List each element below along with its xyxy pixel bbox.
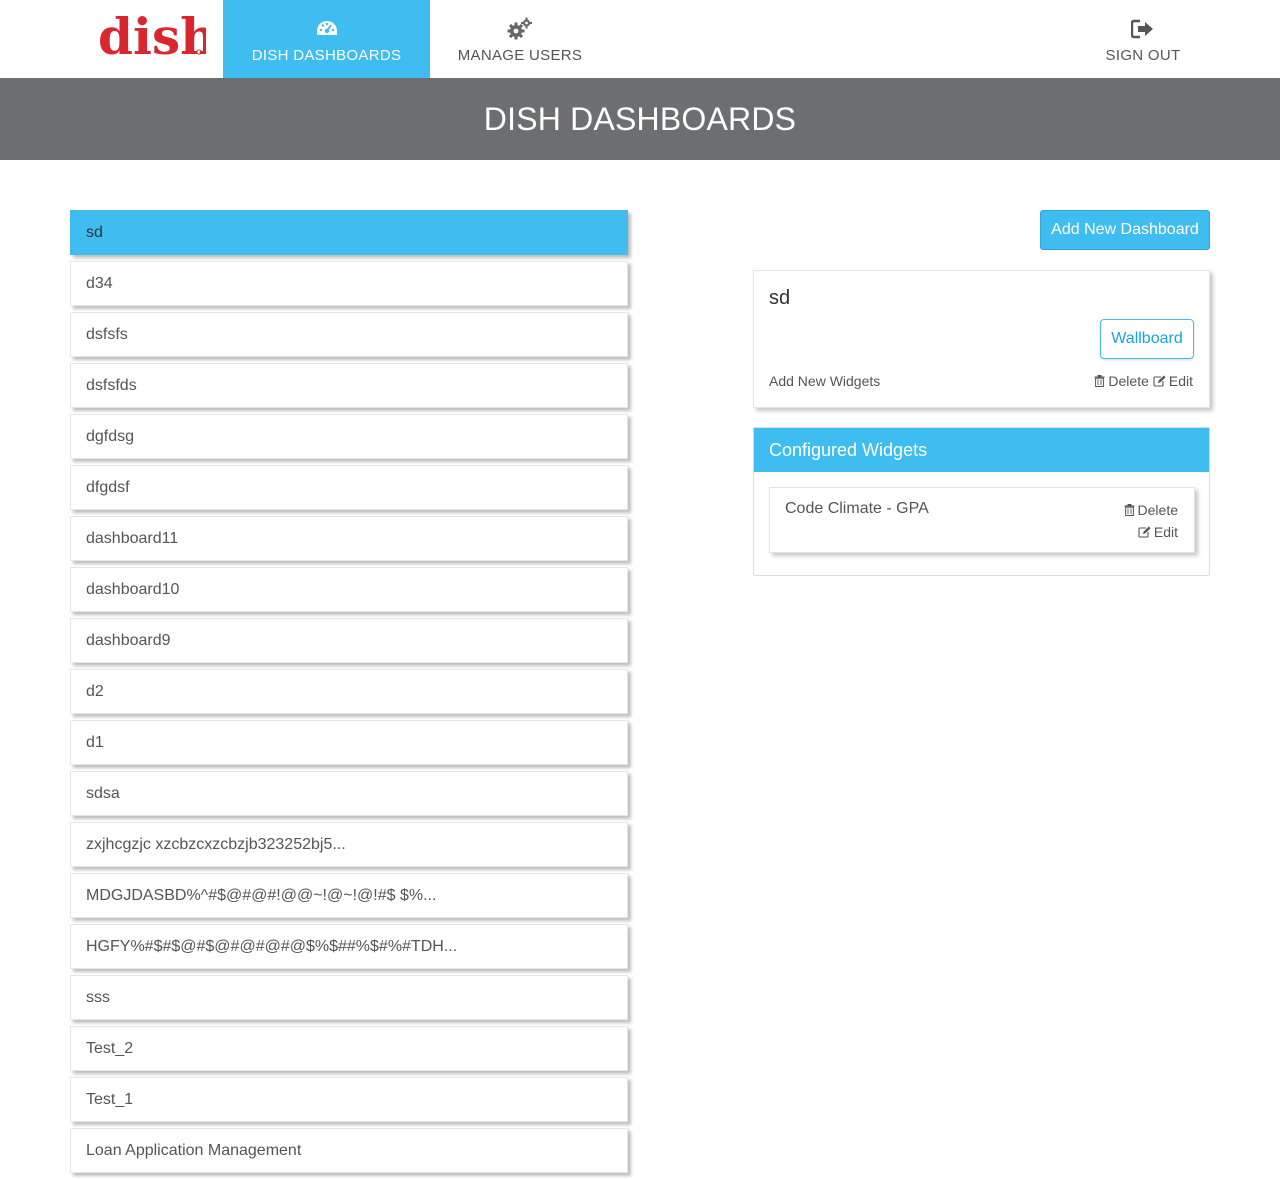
dashboard-detail-title: sd bbox=[769, 287, 791, 309]
top-navbar: dish DISH DASHBOARDS MANAGE USERS SIGN O… bbox=[0, 0, 1280, 78]
dashboard-list-item[interactable]: dfgdsf bbox=[70, 465, 628, 510]
dish-logo[interactable]: dish bbox=[96, 7, 216, 66]
dashboard-list-item[interactable]: d1 bbox=[70, 720, 628, 765]
dashboard-list-item[interactable]: Test_2 bbox=[70, 1026, 628, 1071]
dashboard-list-item[interactable]: dashboard9 bbox=[70, 618, 628, 663]
dashboard-list-item[interactable]: MDGJDASBD%^#$@#@#!@@~!@~!@!#$ $%... bbox=[70, 873, 628, 918]
dashboard-list-item[interactable]: sd bbox=[70, 210, 628, 255]
dashboard-list-item[interactable]: d34 bbox=[70, 261, 628, 306]
trash-icon bbox=[1094, 375, 1105, 387]
dashboard-list-item[interactable]: dsfsfs bbox=[70, 312, 628, 357]
edit-icon bbox=[1138, 526, 1151, 538]
nav-sign-out-label: SIGN OUT bbox=[1105, 47, 1181, 64]
widget-item: Code Climate - GPA Delete Edit bbox=[769, 487, 1195, 553]
sign-out-icon bbox=[1130, 17, 1156, 41]
page-title: DISH DASHBOARDS bbox=[483, 100, 797, 137]
configured-widgets-panel: Configured Widgets Code Climate - GPA De… bbox=[753, 427, 1210, 576]
dashboard-actions: Delete Edit bbox=[1094, 373, 1193, 389]
edit-widget-button[interactable]: Edit bbox=[1138, 524, 1178, 540]
edit-dashboard-label: Edit bbox=[1168, 373, 1193, 389]
nav-manage-users-label: MANAGE USERS bbox=[457, 47, 583, 64]
dashboard-list-item[interactable]: d2 bbox=[70, 669, 628, 714]
edit-icon bbox=[1153, 375, 1166, 387]
dashboard-list-item[interactable]: Test_1 bbox=[70, 1077, 628, 1122]
dish-logo-mark: dish bbox=[98, 7, 216, 66]
wallboard-button[interactable]: Wallboard bbox=[1100, 319, 1194, 359]
nav-dish-dashboards[interactable]: DISH DASHBOARDS bbox=[223, 0, 430, 78]
trash-icon bbox=[1124, 504, 1135, 516]
nav-manage-users[interactable]: MANAGE USERS bbox=[430, 0, 610, 78]
dashboard-list-item[interactable]: HGFY%#$#$@#$@#@#@#@$%$##%$#%#TDH... bbox=[70, 924, 628, 969]
edit-dashboard-button[interactable]: Edit bbox=[1153, 373, 1193, 389]
dashboard-list-item[interactable]: sss bbox=[70, 975, 628, 1020]
dashboard-detail-card: sd Wallboard Add New Widgets Delete Edit bbox=[753, 270, 1210, 408]
delete-widget-label: Delete bbox=[1137, 502, 1178, 518]
dashboard-gauge-icon bbox=[314, 17, 340, 41]
configured-widgets-header: Configured Widgets bbox=[754, 428, 1209, 472]
delete-dashboard-button[interactable]: Delete bbox=[1094, 373, 1149, 389]
dish-logo-text: dish bbox=[98, 8, 206, 64]
dashboard-list-item[interactable]: sdsa bbox=[70, 771, 628, 816]
dashboard-list: sd d34 dsfsfs dsfsfds dgfdsg dfgdsf dashboard1… bbox=[70, 210, 628, 1179]
widget-name: Code Climate - GPA bbox=[785, 500, 929, 517]
delete-widget-button[interactable]: Delete bbox=[1124, 502, 1178, 518]
add-new-widgets-link[interactable]: Add New Widgets bbox=[769, 373, 880, 389]
add-new-dashboard-button[interactable]: Add New Dashboard bbox=[1040, 210, 1210, 250]
page-header-bar: DISH DASHBOARDS bbox=[0, 78, 1280, 160]
dashboard-list-item[interactable]: dashboard11 bbox=[70, 516, 628, 561]
dashboard-list-item[interactable]: dsfsfds bbox=[70, 363, 628, 408]
nav-dish-dashboards-label: DISH DASHBOARDS bbox=[251, 47, 402, 64]
dashboard-list-item[interactable]: zxjhcgzjc xzcbzcxzcbzjb323252bj5... bbox=[70, 822, 628, 867]
dashboard-list-item[interactable]: dashboard10 bbox=[70, 567, 628, 612]
delete-dashboard-label: Delete bbox=[1108, 373, 1149, 389]
gears-icon bbox=[507, 17, 533, 41]
nav-sign-out[interactable]: SIGN OUT bbox=[1080, 0, 1206, 78]
edit-widget-label: Edit bbox=[1153, 524, 1178, 540]
dashboard-list-item[interactable]: Loan Application Management bbox=[70, 1128, 628, 1173]
dashboard-list-item[interactable]: dgfdsg bbox=[70, 414, 628, 459]
